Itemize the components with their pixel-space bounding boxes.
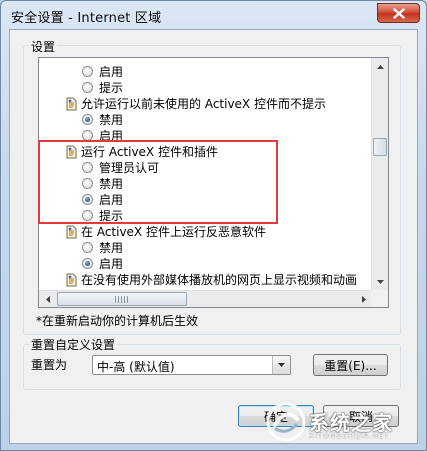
cancel-button[interactable]: 取消 <box>323 405 399 427</box>
vertical-scroll-thumb[interactable] <box>373 138 387 156</box>
close-button[interactable] <box>377 3 420 23</box>
window-title: 安全设置 - Internet 区域 <box>11 11 162 26</box>
scroll-left-button[interactable] <box>39 291 56 307</box>
radio-label: 启用 <box>99 257 124 271</box>
radio-label: 启用 <box>99 65 124 79</box>
setting-page-icon <box>66 145 77 159</box>
ok-button[interactable]: 确定 <box>238 405 314 427</box>
radio-unchecked[interactable] <box>82 130 93 141</box>
title-bar[interactable]: 安全设置 - Internet 区域 <box>1 1 426 29</box>
settings-tree-list[interactable]: 启用 提示 允许运行以前未使用的 ActiveX 控件而不提示 禁用 启用 运行 Acti… <box>38 57 389 308</box>
radio-label: 启用 <box>99 193 124 207</box>
setting-label: 在 ActiveX 控件上运行反恶意软件 <box>81 225 266 239</box>
arrow-down-icon <box>376 279 384 284</box>
radio-checked[interactable] <box>82 194 93 205</box>
radio-unchecked[interactable] <box>82 210 93 221</box>
radio-unchecked[interactable] <box>82 178 93 189</box>
horizontal-scrollbar[interactable] <box>39 290 372 307</box>
scroll-up-button[interactable] <box>372 58 388 75</box>
radio-unchecked[interactable] <box>82 162 93 173</box>
reset-group-label: 重置自定义设置 <box>29 336 118 353</box>
cancel-button-label: 取消 <box>348 409 373 424</box>
radio-unchecked[interactable] <box>82 242 93 253</box>
reset-button-label: 重置(E)... <box>324 358 377 373</box>
setting-page-icon <box>66 273 77 287</box>
arrow-up-icon <box>376 64 384 69</box>
setting-page-icon <box>66 97 77 111</box>
chevron-down-icon <box>278 363 285 367</box>
radio-checked[interactable] <box>82 114 93 125</box>
reset-level-value: 中-高 (默认值) <box>97 360 175 374</box>
setting-label: 允许运行以前未使用的 ActiveX 控件而不提示 <box>81 97 326 111</box>
radio-label: 禁用 <box>99 113 124 127</box>
setting-label: 运行 ActiveX 控件和插件 <box>81 145 218 159</box>
radio-label: 提示 <box>99 81 124 95</box>
arrow-left-icon <box>45 295 50 303</box>
vertical-scrollbar[interactable] <box>371 58 388 290</box>
restart-note: *在重新启动你的计算机后生效 <box>36 314 199 328</box>
reset-button[interactable]: 重置(E)... <box>313 354 388 376</box>
arrow-right-icon <box>361 295 366 303</box>
security-settings-window: 安全设置 - Internet 区域 设置 启用 提示 允许运行以前未使用的 Act… <box>0 0 427 451</box>
scroll-down-button[interactable] <box>372 273 388 290</box>
radio-checked[interactable] <box>82 258 93 269</box>
radio-unchecked[interactable] <box>82 66 93 77</box>
radio-label: 提示 <box>99 209 124 223</box>
reset-to-label: 重置为 <box>31 358 68 372</box>
radio-label: 禁用 <box>99 177 124 191</box>
scroll-grip <box>115 296 129 303</box>
radio-label: 管理员认可 <box>99 161 160 175</box>
reset-level-select[interactable]: 中-高 (默认值) <box>92 355 291 375</box>
setting-label: 在没有使用外部媒体播放机的网页上显示视频和动画 <box>81 273 358 287</box>
close-icon <box>392 7 405 19</box>
ok-button-label: 确定 <box>263 409 288 424</box>
settings-group-label: 设置 <box>29 38 58 55</box>
radio-label: 启用 <box>99 129 124 143</box>
scroll-corner <box>371 290 388 307</box>
dropdown-button[interactable] <box>272 356 290 374</box>
scroll-right-button[interactable] <box>355 291 372 307</box>
radio-label: 禁用 <box>99 241 124 255</box>
setting-page-icon <box>66 225 77 239</box>
radio-unchecked[interactable] <box>82 82 93 93</box>
horizontal-scroll-thumb[interactable] <box>57 292 187 306</box>
